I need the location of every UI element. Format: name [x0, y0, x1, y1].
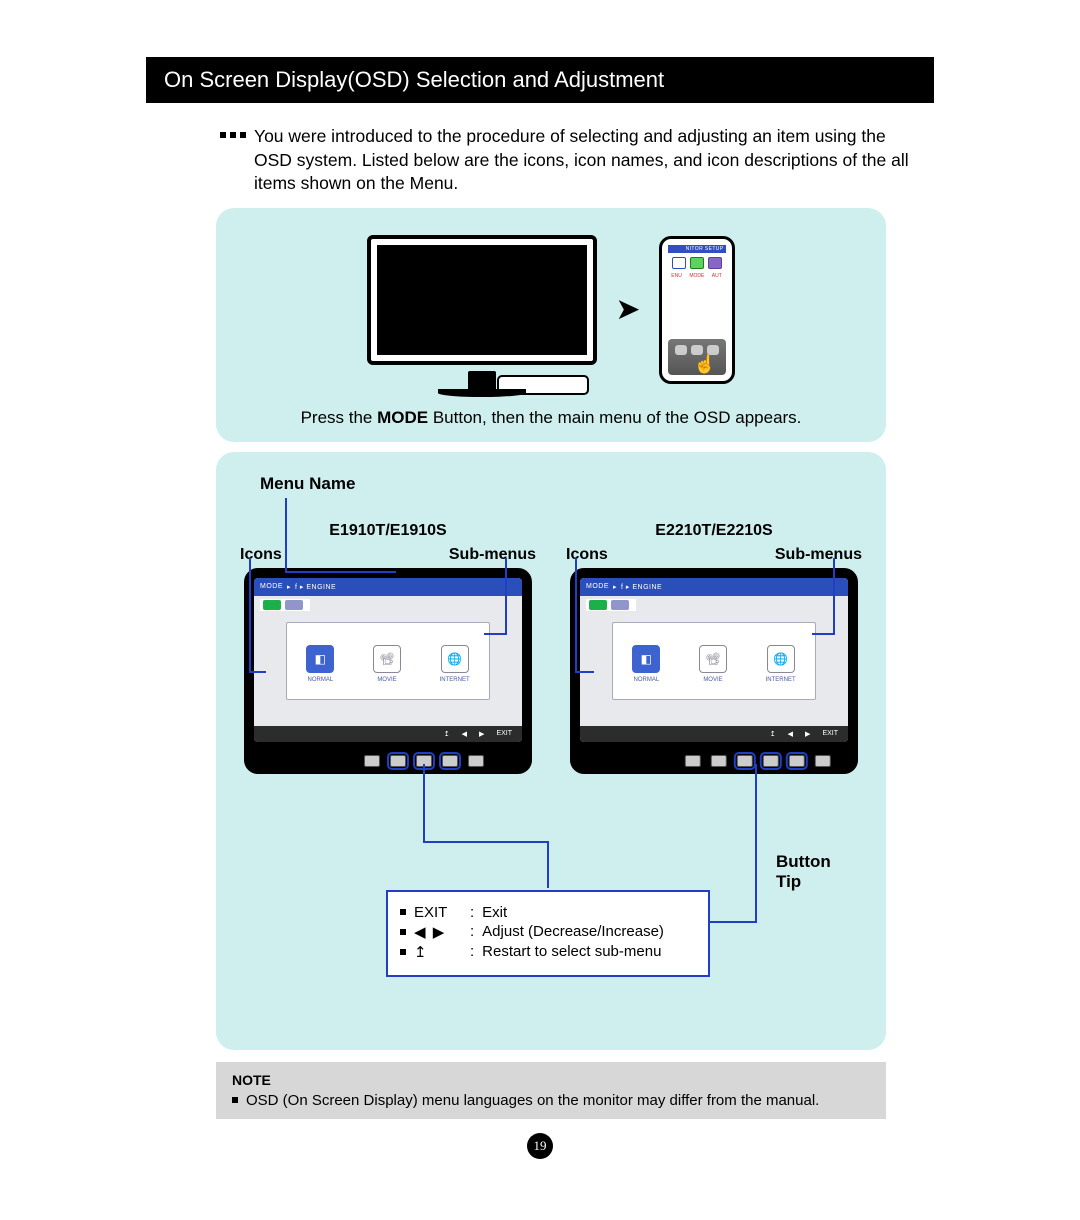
highlighted-button-b [737, 755, 753, 767]
osd-icon-internet-b: 🌐 [767, 645, 795, 673]
zoom-label-1: ENU [671, 273, 682, 279]
osd-icon-normal: ◧ [306, 645, 334, 673]
bullet-icon [400, 949, 406, 955]
bullet-icon [400, 909, 406, 915]
tip-exit-text: Exit [482, 904, 507, 921]
osd-zoom-illustration: NITOR SETUP ENU MODE AUT ☝ [659, 236, 735, 384]
osd-tab-icons-a [260, 599, 310, 611]
tip-restart-key: ↥ [414, 943, 462, 961]
page-number: 19 [527, 1133, 553, 1159]
monitor-buttons-a [364, 755, 484, 767]
mode-button-panel: ➤ NITOR SETUP ENU MODE AUT ☝ [216, 208, 886, 442]
monitor-buttons-b [685, 755, 831, 767]
highlighted-button-b2 [763, 755, 779, 767]
decorative-bullets [220, 132, 246, 196]
osd-icon-2 [690, 257, 704, 269]
note-bar: NOTE OSD (On Screen Display) menu langua… [216, 1062, 886, 1119]
osd-footer-bar-b: ↥ ◀ ▶ EXIT [580, 726, 848, 742]
osd-icon-movie-b: 📽 [699, 645, 727, 673]
monitor-illustration [367, 235, 597, 385]
page-title: On Screen Display(OSD) Selection and Adj… [146, 57, 934, 103]
osd-icon-1 [672, 257, 686, 269]
bullet-icon [400, 929, 406, 935]
osd-icon-normal-b: ◧ [632, 645, 660, 673]
intro-text: You were introduced to the procedure of … [254, 125, 914, 196]
menu-diagram-panel: Menu Name E1910T/E1910S Icons Sub-menus … [216, 452, 886, 1050]
model-a-label: E1910T/E1910S [236, 522, 540, 540]
osd-header-text: NITOR SETUP [668, 245, 726, 253]
model-b-label: E2210T/E2210S [562, 522, 866, 540]
tip-arrows-text: Adjust (Decrease/Increase) [482, 923, 664, 940]
osd-submenu-b: ◧NORMAL 📽MOVIE 🌐INTERNET [612, 622, 816, 700]
highlighted-button-a2 [416, 755, 432, 767]
osd-icon-3 [708, 257, 722, 269]
button-tip-label: Button Tip [776, 852, 831, 893]
highlighted-button-a [390, 755, 406, 767]
model-columns: E1910T/E1910S Icons Sub-menus MODE▸f ▸ E… [236, 522, 866, 774]
tip-arrows-key: ◀ ▶ [414, 923, 462, 941]
column-model-a: E1910T/E1910S Icons Sub-menus MODE▸f ▸ E… [236, 522, 540, 774]
menu-name-label: Menu Name [260, 474, 866, 494]
osd-footer-bar-a: ↥ ◀ ▶ EXIT [254, 726, 522, 742]
zoom-label-2: MODE [689, 273, 704, 279]
bullet-icon [232, 1097, 238, 1103]
intro-paragraph: You were introduced to the procedure of … [146, 125, 934, 196]
osd-icon-internet: 🌐 [441, 645, 469, 673]
osd-screenshot-b: MODE▸f ▸ ENGINE ◧NORMAL 📽MOVIE 🌐INTERNET [570, 568, 858, 774]
tip-restart-text: Restart to select sub-menu [482, 943, 661, 960]
column-model-b: E2210T/E2210S Icons Sub-menus MODE▸f ▸ E… [562, 522, 866, 774]
hdr-icons-b: Icons [566, 546, 608, 564]
pointing-hand-icon: ☝ [694, 354, 716, 375]
zoom-label-3: AUT [712, 273, 722, 279]
hdr-icons-a: Icons [240, 546, 282, 564]
osd-mode-title-a: MODE▸f ▸ ENGINE [260, 583, 336, 591]
osd-tab-icons-b [586, 599, 636, 611]
note-heading: NOTE [232, 1072, 870, 1088]
note-text: OSD (On Screen Display) menu languages o… [246, 1092, 819, 1109]
manual-page: On Screen Display(OSD) Selection and Adj… [146, 57, 934, 1159]
arrow-right-icon: ➤ [615, 292, 640, 327]
highlighted-button-b3 [789, 755, 805, 767]
monitor-button-row: ☝ [668, 339, 726, 375]
hdr-submenus-a: Sub-menus [449, 546, 536, 564]
osd-screenshot-a: MODE▸f ▸ ENGINE ◧NORMAL 📽MOVIE 🌐INTERNET [244, 568, 532, 774]
button-tip-box: EXIT : Exit ◀ ▶ : Adjust (Decrease/Incre… [386, 890, 710, 977]
panel1-caption: Press the MODE Button, then the main men… [234, 408, 868, 428]
osd-mode-title-b: MODE▸f ▸ ENGINE [586, 583, 662, 591]
hdr-submenus-b: Sub-menus [775, 546, 862, 564]
highlighted-button-a3 [442, 755, 458, 767]
tip-exit-key: EXIT [414, 904, 462, 921]
osd-submenu-a: ◧NORMAL 📽MOVIE 🌐INTERNET [286, 622, 490, 700]
osd-icon-movie: 📽 [373, 645, 401, 673]
